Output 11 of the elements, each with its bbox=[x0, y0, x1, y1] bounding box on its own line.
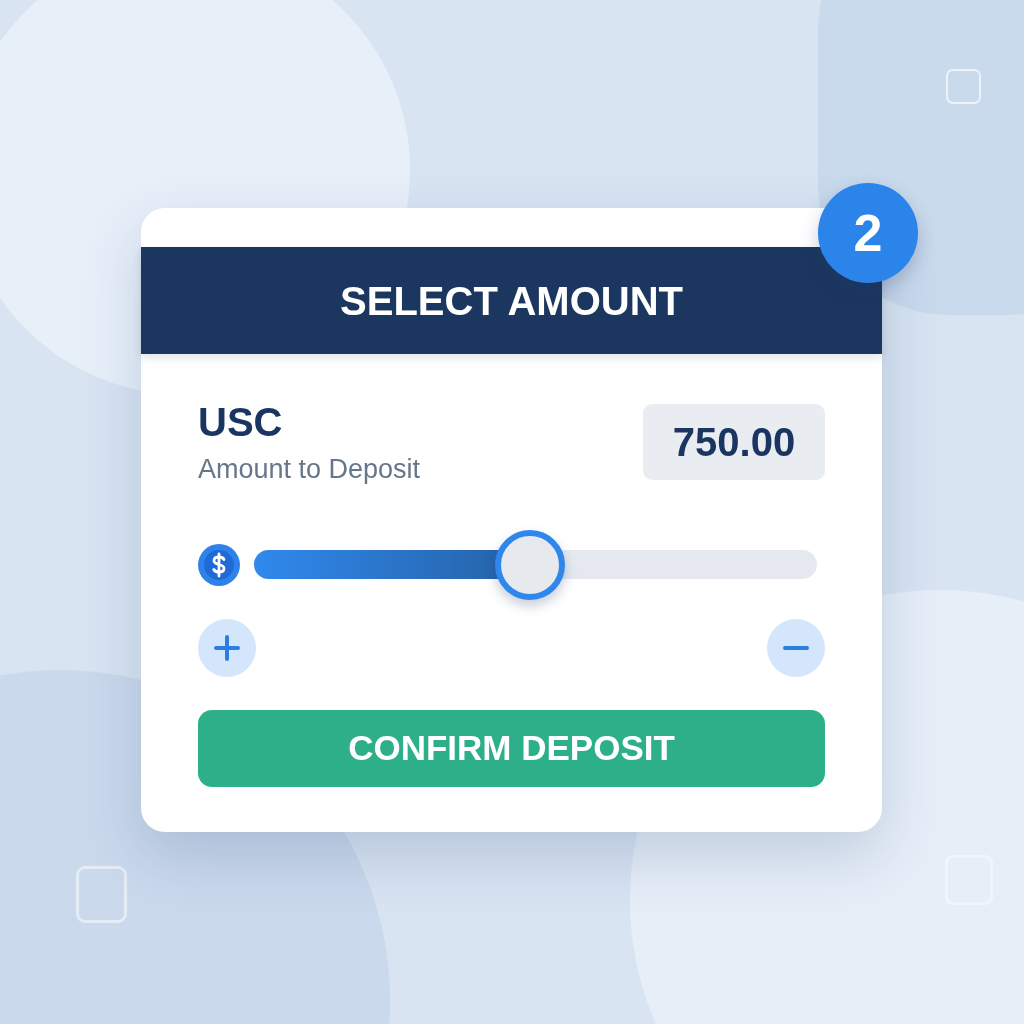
card-title: SELECT AMOUNT bbox=[340, 277, 683, 324]
rounded-square-outline bbox=[946, 69, 981, 104]
slider-track[interactable] bbox=[254, 529, 817, 601]
amount-field[interactable]: 750.00 bbox=[643, 404, 825, 480]
slider-thumb[interactable] bbox=[494, 530, 565, 600]
currency-code: USC bbox=[198, 400, 284, 444]
amount-label: Amount to Deposit bbox=[198, 453, 421, 485]
dollar-coin-icon bbox=[198, 544, 240, 586]
plus-icon bbox=[214, 635, 240, 661]
minus-icon bbox=[783, 646, 809, 650]
rounded-square-outline bbox=[76, 866, 127, 923]
